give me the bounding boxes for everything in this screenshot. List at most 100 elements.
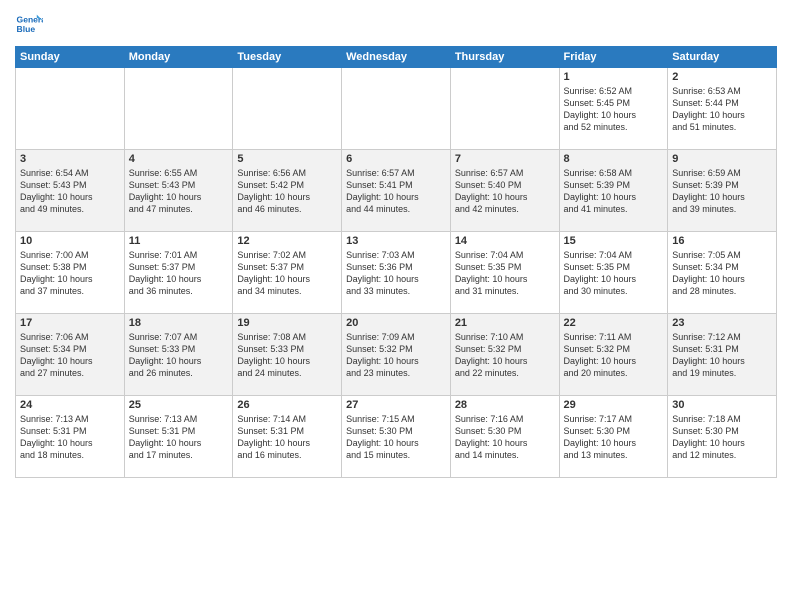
- calendar-cell-24: 24 Sunrise: 7:13 AM Sunset: 5:31 PM Dayli…: [16, 396, 125, 478]
- day-number: 24: [20, 399, 120, 411]
- calendar-cell-22: 22 Sunrise: 7:11 AM Sunset: 5:32 PM Dayli…: [559, 314, 668, 396]
- day-number: 2: [672, 71, 772, 83]
- day-number: 21: [455, 317, 555, 329]
- day-number: 16: [672, 235, 772, 247]
- calendar-cell-19: 19 Sunrise: 7:08 AM Sunset: 5:33 PM Dayli…: [233, 314, 342, 396]
- calendar-cell-8: 8 Sunrise: 6:58 AM Sunset: 5:39 PM Daylig…: [559, 150, 668, 232]
- day-info: Sunrise: 7:01 AM Sunset: 5:37 PM Dayligh…: [129, 249, 229, 298]
- svg-text:General: General: [17, 14, 43, 24]
- day-number: 8: [564, 153, 664, 165]
- day-info: Sunrise: 6:58 AM Sunset: 5:39 PM Dayligh…: [564, 167, 664, 216]
- page: General Blue SundayMondayTuesdayWednesda…: [0, 0, 792, 612]
- day-number: 14: [455, 235, 555, 247]
- calendar-cell-12: 12 Sunrise: 7:02 AM Sunset: 5:37 PM Dayli…: [233, 232, 342, 314]
- day-info: Sunrise: 7:09 AM Sunset: 5:32 PM Dayligh…: [346, 331, 446, 380]
- calendar-cell-3: 3 Sunrise: 6:54 AM Sunset: 5:43 PM Daylig…: [16, 150, 125, 232]
- calendar-cell-23: 23Sunrise: 7:12 AM Sunset: 5:31 PM Dayli…: [668, 314, 777, 396]
- weekday-header-wednesday: Wednesday: [342, 47, 451, 68]
- day-info: Sunrise: 7:18 AM Sunset: 5:30 PM Dayligh…: [672, 413, 772, 462]
- calendar-week-2: 3 Sunrise: 6:54 AM Sunset: 5:43 PM Daylig…: [16, 150, 777, 232]
- calendar-cell-21: 21Sunrise: 7:10 AM Sunset: 5:32 PM Dayli…: [450, 314, 559, 396]
- day-info: Sunrise: 7:02 AM Sunset: 5:37 PM Dayligh…: [237, 249, 337, 298]
- weekday-header-thursday: Thursday: [450, 47, 559, 68]
- calendar-cell-empty: [450, 68, 559, 150]
- day-info: Sunrise: 7:03 AM Sunset: 5:36 PM Dayligh…: [346, 249, 446, 298]
- day-number: 11: [129, 235, 229, 247]
- day-info: Sunrise: 6:54 AM Sunset: 5:43 PM Dayligh…: [20, 167, 120, 216]
- day-number: 5: [237, 153, 337, 165]
- calendar-cell-16: 16 Sunrise: 7:05 AM Sunset: 5:34 PM Dayli…: [668, 232, 777, 314]
- weekday-header-friday: Friday: [559, 47, 668, 68]
- calendar-cell-empty: [16, 68, 125, 150]
- weekday-header-monday: Monday: [124, 47, 233, 68]
- calendar-week-1: 1 Sunrise: 6:52 AM Sunset: 5:45 PM Daylig…: [16, 68, 777, 150]
- day-info: Sunrise: 7:05 AM Sunset: 5:34 PM Dayligh…: [672, 249, 772, 298]
- day-info: Sunrise: 6:59 AM Sunset: 5:39 PM Dayligh…: [672, 167, 772, 216]
- calendar-cell-10: 10 Sunrise: 7:00 AM Sunset: 5:38 PM Dayli…: [16, 232, 125, 314]
- calendar-cell-25: 25Sunrise: 7:13 AM Sunset: 5:31 PM Dayli…: [124, 396, 233, 478]
- day-info: Sunrise: 7:13 AM Sunset: 5:31 PM Dayligh…: [20, 413, 120, 462]
- calendar-cell-27: 27Sunrise: 7:15 AM Sunset: 5:30 PM Dayli…: [342, 396, 451, 478]
- day-info: Sunrise: 7:04 AM Sunset: 5:35 PM Dayligh…: [564, 249, 664, 298]
- day-info: Sunrise: 7:13 AM Sunset: 5:31 PM Dayligh…: [129, 413, 229, 462]
- day-number: 6: [346, 153, 446, 165]
- general-blue-logo-icon: General Blue: [15, 10, 43, 38]
- calendar-cell-30: 30Sunrise: 7:18 AM Sunset: 5:30 PM Dayli…: [668, 396, 777, 478]
- day-number: 18: [129, 317, 229, 329]
- weekday-header-tuesday: Tuesday: [233, 47, 342, 68]
- calendar-week-3: 10 Sunrise: 7:00 AM Sunset: 5:38 PM Dayli…: [16, 232, 777, 314]
- day-info: Sunrise: 7:06 AM Sunset: 5:34 PM Dayligh…: [20, 331, 120, 380]
- day-info: Sunrise: 7:16 AM Sunset: 5:30 PM Dayligh…: [455, 413, 555, 462]
- day-number: 15: [564, 235, 664, 247]
- day-info: Sunrise: 6:53 AM Sunset: 5:44 PM Dayligh…: [672, 85, 772, 134]
- day-number: 19: [237, 317, 337, 329]
- day-number: 1: [564, 71, 664, 83]
- day-number: 4: [129, 153, 229, 165]
- day-info: Sunrise: 6:56 AM Sunset: 5:42 PM Dayligh…: [237, 167, 337, 216]
- day-number: 29: [564, 399, 664, 411]
- svg-text:Blue: Blue: [17, 24, 36, 34]
- day-info: Sunrise: 7:14 AM Sunset: 5:31 PM Dayligh…: [237, 413, 337, 462]
- calendar-cell-7: 7 Sunrise: 6:57 AM Sunset: 5:40 PM Daylig…: [450, 150, 559, 232]
- day-number: 26: [237, 399, 337, 411]
- calendar-cell-5: 5 Sunrise: 6:56 AM Sunset: 5:42 PM Daylig…: [233, 150, 342, 232]
- day-number: 9: [672, 153, 772, 165]
- day-number: 13: [346, 235, 446, 247]
- day-number: 12: [237, 235, 337, 247]
- day-info: Sunrise: 7:00 AM Sunset: 5:38 PM Dayligh…: [20, 249, 120, 298]
- day-number: 28: [455, 399, 555, 411]
- calendar-cell-28: 28 Sunrise: 7:16 AM Sunset: 5:30 PM Dayli…: [450, 396, 559, 478]
- day-info: Sunrise: 6:52 AM Sunset: 5:45 PM Dayligh…: [564, 85, 664, 134]
- day-number: 10: [20, 235, 120, 247]
- day-number: 22: [564, 317, 664, 329]
- day-info: Sunrise: 6:57 AM Sunset: 5:40 PM Dayligh…: [455, 167, 555, 216]
- weekday-header-row: SundayMondayTuesdayWednesdayThursdayFrid…: [16, 47, 777, 68]
- calendar-cell-empty: [342, 68, 451, 150]
- calendar-cell-18: 18Sunrise: 7:07 AM Sunset: 5:33 PM Dayli…: [124, 314, 233, 396]
- day-info: Sunrise: 6:57 AM Sunset: 5:41 PM Dayligh…: [346, 167, 446, 216]
- calendar-cell-1: 1 Sunrise: 6:52 AM Sunset: 5:45 PM Daylig…: [559, 68, 668, 150]
- day-info: Sunrise: 7:08 AM Sunset: 5:33 PM Dayligh…: [237, 331, 337, 380]
- day-info: Sunrise: 7:11 AM Sunset: 5:32 PM Dayligh…: [564, 331, 664, 380]
- calendar-week-4: 17Sunrise: 7:06 AM Sunset: 5:34 PM Dayli…: [16, 314, 777, 396]
- calendar-cell-15: 15 Sunrise: 7:04 AM Sunset: 5:35 PM Dayli…: [559, 232, 668, 314]
- day-number: 3: [20, 153, 120, 165]
- day-number: 7: [455, 153, 555, 165]
- day-info: Sunrise: 7:15 AM Sunset: 5:30 PM Dayligh…: [346, 413, 446, 462]
- calendar-cell-13: 13 Sunrise: 7:03 AM Sunset: 5:36 PM Dayli…: [342, 232, 451, 314]
- calendar-cell-14: 14Sunrise: 7:04 AM Sunset: 5:35 PM Dayli…: [450, 232, 559, 314]
- logo: General Blue: [15, 10, 47, 38]
- calendar-cell-17: 17Sunrise: 7:06 AM Sunset: 5:34 PM Dayli…: [16, 314, 125, 396]
- calendar-cell-11: 11 Sunrise: 7:01 AM Sunset: 5:37 PM Dayli…: [124, 232, 233, 314]
- calendar-cell-9: 9 Sunrise: 6:59 AM Sunset: 5:39 PM Daylig…: [668, 150, 777, 232]
- weekday-header-saturday: Saturday: [668, 47, 777, 68]
- calendar-cell-2: 2 Sunrise: 6:53 AM Sunset: 5:44 PM Daylig…: [668, 68, 777, 150]
- weekday-header-sunday: Sunday: [16, 47, 125, 68]
- calendar-week-5: 24 Sunrise: 7:13 AM Sunset: 5:31 PM Dayli…: [16, 396, 777, 478]
- calendar-cell-6: 6 Sunrise: 6:57 AM Sunset: 5:41 PM Daylig…: [342, 150, 451, 232]
- calendar-cell-29: 29Sunrise: 7:17 AM Sunset: 5:30 PM Dayli…: [559, 396, 668, 478]
- day-number: 23: [672, 317, 772, 329]
- calendar-cell-empty: [233, 68, 342, 150]
- day-info: Sunrise: 6:55 AM Sunset: 5:43 PM Dayligh…: [129, 167, 229, 216]
- calendar-cell-20: 20Sunrise: 7:09 AM Sunset: 5:32 PM Dayli…: [342, 314, 451, 396]
